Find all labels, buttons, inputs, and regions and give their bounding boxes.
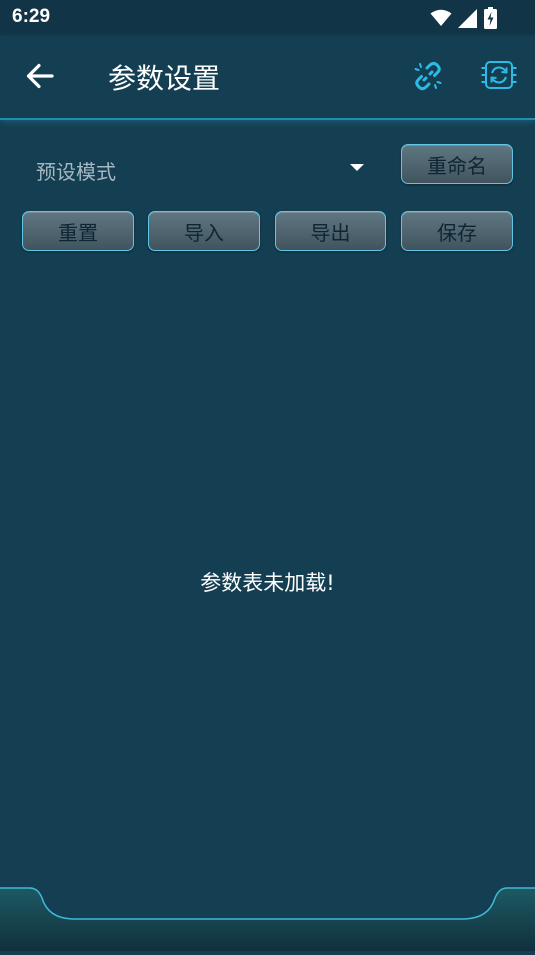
sync-button[interactable] (480, 58, 518, 96)
preset-mode-label: 预设模式 (36, 160, 116, 184)
app-header: 参数设置 (0, 36, 535, 120)
empty-state-message: 参数表未加载! (200, 571, 335, 595)
wifi-icon (430, 9, 452, 31)
link-broken-icon (413, 61, 443, 95)
rename-button[interactable]: 重命名 (401, 144, 513, 184)
export-button[interactable]: 导出 (275, 211, 386, 251)
status-time: 6:29 (12, 6, 51, 27)
status-icons (430, 7, 497, 33)
connection-button[interactable] (410, 60, 446, 96)
save-button[interactable]: 保存 (401, 211, 513, 251)
arrow-left-icon (26, 63, 54, 93)
preset-mode-dropdown[interactable]: 预设模式 (22, 146, 374, 190)
cell-signal-icon (458, 8, 478, 32)
caret-down-icon (350, 164, 364, 171)
page-title: 参数设置 (108, 62, 221, 95)
status-bar: 6:29 (0, 0, 535, 36)
battery-charging-icon (484, 7, 497, 33)
bottom-decoration (0, 880, 535, 951)
reset-button[interactable]: 重置 (22, 211, 134, 251)
sync-chip-icon (481, 59, 517, 95)
import-button[interactable]: 导入 (148, 211, 260, 251)
back-button[interactable] (22, 60, 58, 96)
